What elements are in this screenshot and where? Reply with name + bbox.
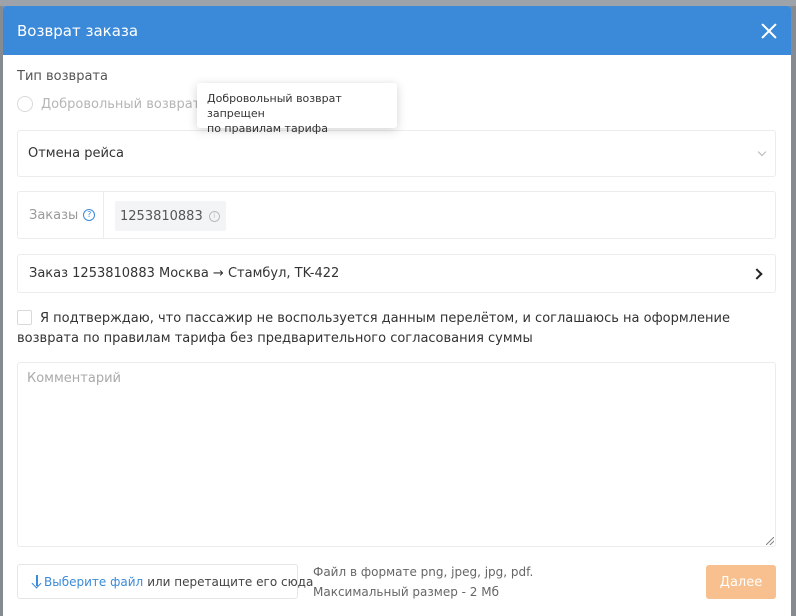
help-icon[interactable]: ? (83, 209, 96, 221)
orders-label-cell: Заказы ? (18, 192, 104, 238)
return-type-label: Тип возврата (17, 69, 108, 84)
modal-title: Возврат заказа (17, 21, 139, 40)
confirm-consent: Я подтверждаю, что пассажир не воспользу… (17, 309, 777, 349)
orders-field: Заказы ? 1253810883 i (17, 191, 776, 239)
drag-hint-text: или перетащите его сюда (147, 574, 314, 589)
order-details-text: Заказ 1253810883 Москва → Стамбул, TK-42… (29, 266, 340, 281)
chevron-down-icon (757, 147, 767, 157)
file-upload-dropzone[interactable]: Выберите файл или перетащите его сюда (17, 564, 313, 599)
return-order-modal: Возврат заказа Тип возврата Добровольный… (3, 6, 791, 616)
file-format-hint: Файл в формате png, jpeg, jpg, pdf. (313, 565, 534, 579)
next-button[interactable]: Далее (706, 565, 776, 599)
orders-label: Заказы (29, 207, 79, 223)
voluntary-return-label: Добровольный возврат (41, 96, 201, 112)
voluntary-return-radio[interactable] (17, 96, 33, 112)
confirm-text: Я подтверждаю, что пассажир не воспользу… (17, 311, 730, 346)
tooltip-line-1: Добровольный возврат запрещен (207, 92, 342, 120)
order-details-row[interactable]: Заказ 1253810883 Москва → Стамбул, TK-42… (17, 254, 776, 293)
resize-handle-icon[interactable] (766, 537, 774, 545)
return-reason-select[interactable]: Отмена рейса (17, 130, 776, 177)
choose-file-link[interactable]: Выберите файл (44, 575, 143, 589)
file-requirements: Файл в формате png, jpeg, jpg, pdf. Макс… (313, 562, 533, 602)
order-tag: 1253810883 i (115, 201, 226, 231)
modal-header: Возврат заказа (3, 6, 791, 55)
voluntary-return-tooltip: Добровольный возврат запрещен по правила… (197, 83, 397, 135)
comment-textarea[interactable] (17, 362, 776, 547)
file-size-hint: Максимальный размер - 2 Мб (313, 585, 499, 599)
close-icon[interactable] (759, 21, 779, 41)
voluntary-return-option[interactable]: Добровольный возврат (17, 96, 200, 112)
confirm-checkbox[interactable] (17, 310, 32, 325)
return-reason-value: Отмена рейса (28, 146, 125, 161)
tooltip-line-2: по правилам тарифа (207, 122, 328, 135)
chevron-right-icon (751, 267, 763, 280)
info-icon[interactable]: i (208, 210, 220, 222)
order-number: 1253810883 (120, 208, 203, 224)
